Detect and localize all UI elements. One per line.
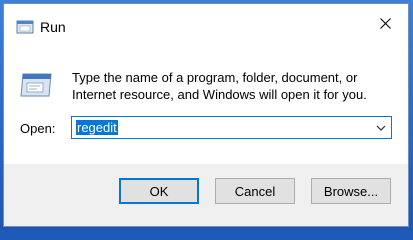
run-icon	[19, 71, 53, 99]
open-label: Open:	[20, 121, 56, 136]
close-icon	[379, 16, 391, 34]
browse-button[interactable]: Browse...	[311, 178, 391, 204]
dialog-description: Type the name of a program, folder, docu…	[72, 70, 367, 102]
ok-button[interactable]: OK	[119, 178, 199, 204]
chevron-down-icon[interactable]	[373, 120, 389, 135]
window-title: Run	[40, 19, 66, 35]
run-dialog: Run Type the name of a program, folder, …	[3, 3, 409, 227]
cancel-button[interactable]: Cancel	[215, 178, 295, 204]
open-combobox[interactable]: regedit	[71, 116, 392, 139]
open-input-value[interactable]: regedit	[76, 120, 118, 135]
title-bar[interactable]: Run	[4, 4, 408, 46]
dialog-content: Type the name of a program, folder, docu…	[4, 46, 408, 164]
button-row: OK Cancel Browse...	[4, 164, 408, 226]
close-button[interactable]	[362, 4, 408, 46]
run-icon	[16, 20, 34, 34]
